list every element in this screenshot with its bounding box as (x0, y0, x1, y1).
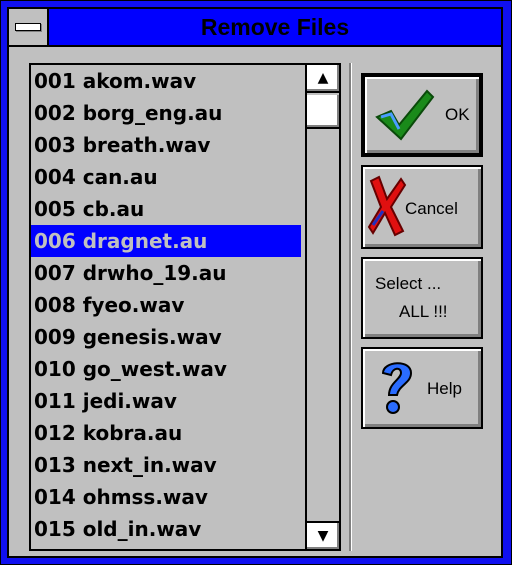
ok-button[interactable]: OK (361, 73, 483, 157)
select-all-label-line1: Select ... (375, 274, 442, 293)
list-item[interactable]: 010 go_west.wav (31, 353, 301, 385)
list-item[interactable]: 011 jedi.wav (31, 385, 301, 417)
divider (349, 63, 351, 551)
checkmark-icon (375, 89, 435, 141)
vertical-scrollbar[interactable]: ▲ ▼ (305, 65, 339, 549)
ok-label: OK (445, 105, 470, 124)
cancel-label: Cancel (405, 199, 458, 218)
help-button[interactable]: Help (361, 347, 483, 429)
file-list[interactable]: 001 akom.wav 002 borg_eng.au 003 breath.wa… (31, 65, 301, 549)
list-item[interactable]: 006 dragnet.au (31, 225, 301, 257)
question-mark-icon (381, 362, 413, 414)
title-bar[interactable]: Remove Files (7, 7, 503, 47)
red-x-icon (367, 175, 407, 237)
list-item[interactable]: 008 fyeo.wav (31, 289, 301, 321)
scroll-up-button[interactable]: ▲ (307, 65, 339, 93)
arrow-down-icon: ▼ (317, 528, 329, 544)
system-menu-icon (15, 23, 41, 31)
scroll-down-button[interactable]: ▼ (307, 521, 339, 549)
cancel-button[interactable]: Cancel (361, 165, 483, 249)
list-item[interactable]: 001 akom.wav (31, 65, 301, 97)
list-item[interactable]: 013 next_in.wav (31, 449, 301, 481)
select-all-button[interactable]: Select ... ALL !!! (361, 257, 483, 339)
list-item[interactable]: 004 can.au (31, 161, 301, 193)
system-menu-button[interactable] (9, 9, 49, 45)
dialog-body: 001 akom.wav 002 borg_eng.au 003 breath.wa… (7, 47, 503, 558)
scroll-thumb[interactable] (307, 95, 339, 129)
list-item[interactable]: 012 kobra.au (31, 417, 301, 449)
list-item[interactable]: 007 drwho_19.au (31, 257, 301, 289)
list-item[interactable]: 014 ohmss.wav (31, 481, 301, 513)
remove-files-dialog: Remove Files 001 akom.wav 002 borg_eng.au… (0, 0, 512, 565)
help-label: Help (427, 379, 462, 398)
list-item[interactable]: 002 borg_eng.au (31, 97, 301, 129)
list-item[interactable]: 005 cb.au (31, 193, 301, 225)
list-item[interactable]: 009 genesis.wav (31, 321, 301, 353)
window-title: Remove Files (200, 14, 350, 40)
list-item[interactable]: 015 old_in.wav (31, 513, 301, 545)
list-item[interactable]: 003 breath.wav (31, 129, 301, 161)
select-all-label-line2: ALL !!! (399, 302, 448, 321)
arrow-up-icon: ▲ (317, 70, 329, 86)
file-listbox[interactable]: 001 akom.wav 002 borg_eng.au 003 breath.wa… (29, 63, 341, 551)
